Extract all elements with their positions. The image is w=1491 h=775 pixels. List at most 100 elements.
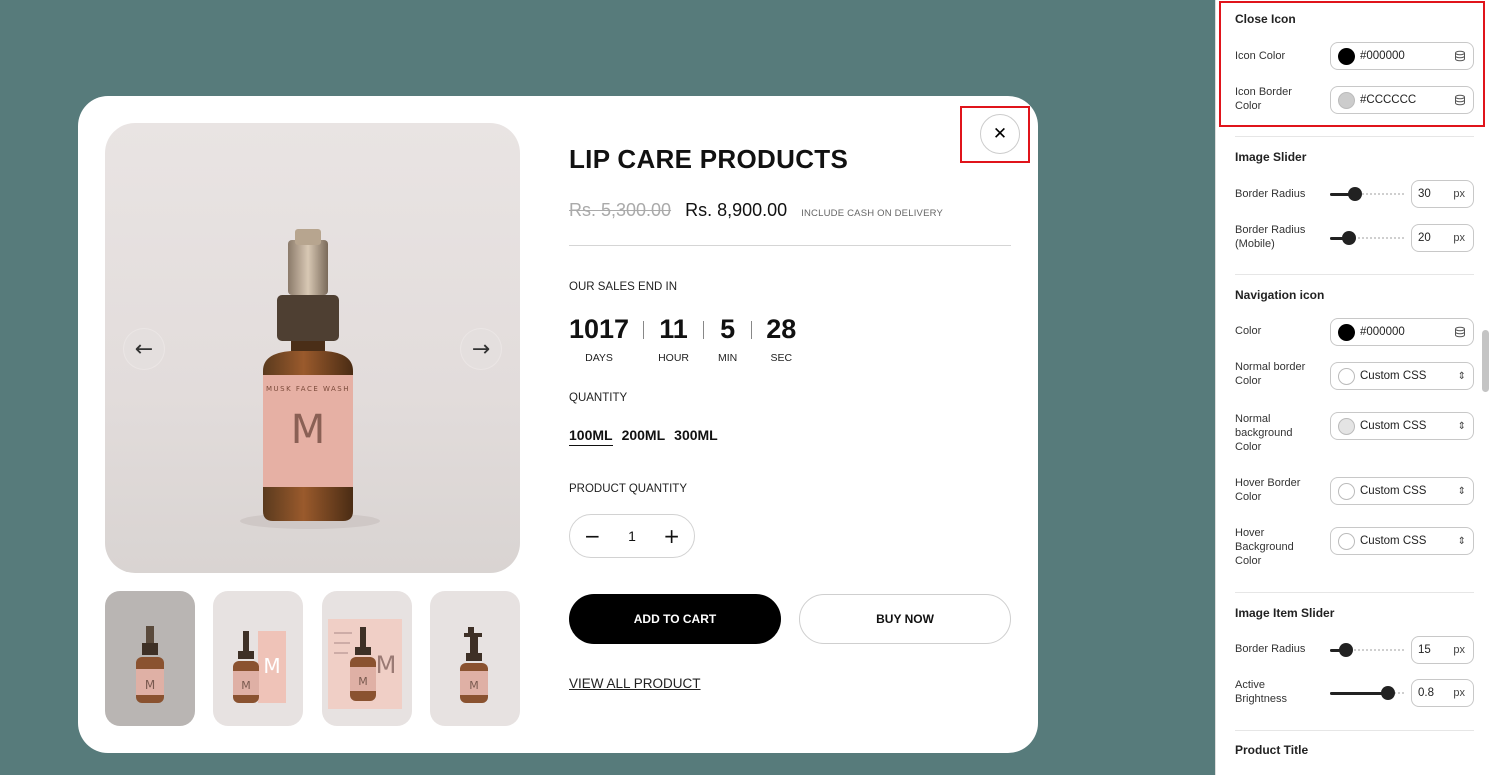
bottle-letter: M — [291, 407, 326, 453]
hover-border-color-label: Hover Border Color — [1235, 477, 1301, 503]
active-brightness-slider[interactable] — [1330, 685, 1404, 701]
bottle-illustration: MUSK FACE WASH M — [240, 229, 380, 529]
active-brightness-input[interactable]: 0.8 px — [1411, 679, 1474, 707]
section-title-image-slider: Image Slider — [1235, 150, 1307, 164]
hover-background-color-select[interactable]: Custom CSS ⇕ — [1330, 527, 1474, 555]
thumbnail-1[interactable]: M — [105, 591, 195, 726]
view-all-product-link[interactable]: VIEW ALL PRODUCT — [569, 676, 701, 691]
qty-increase-button[interactable]: + — [663, 526, 680, 546]
section-divider — [1235, 730, 1474, 731]
countdown-separator — [643, 321, 645, 339]
database-icon[interactable] — [1454, 326, 1466, 338]
nav-color-field[interactable]: #000000 — [1330, 318, 1474, 346]
number-value: 0.8 — [1418, 687, 1434, 699]
color-swatch[interactable] — [1338, 482, 1355, 500]
normal-background-color-label: Normal background Color — [1235, 413, 1293, 453]
item-border-radius-input[interactable]: 15 px — [1411, 636, 1474, 664]
chevron-updown-icon: ⇕ — [1457, 370, 1466, 382]
thumbnail-2[interactable]: MM — [213, 591, 303, 726]
sales-end-label: OUR SALES END IN — [569, 281, 677, 293]
size-option-300ml[interactable]: 300ML — [674, 427, 718, 446]
hover-border-color-select[interactable]: Custom CSS ⇕ — [1330, 477, 1474, 505]
slider-handle[interactable] — [1342, 231, 1356, 245]
color-swatch[interactable] — [1338, 532, 1355, 550]
section-title-product-title: Product Title — [1235, 743, 1309, 757]
normal-border-color-label: Normal border Color — [1235, 361, 1306, 387]
quantity-stepper: − 1 + — [569, 514, 695, 558]
slider-next-button[interactable]: → — [461, 329, 501, 369]
sale-price: Rs. 8,900.00 — [685, 200, 788, 220]
svg-text:M: M — [263, 654, 280, 678]
unit-label: px — [1453, 232, 1465, 244]
border-radius-slider[interactable] — [1330, 186, 1404, 202]
price-row: Rs. 5,300.00 Rs. 8,900.00 INCLUDE CASH O… — [569, 200, 943, 221]
select-value: Custom CSS — [1360, 535, 1427, 547]
product-quantity-label: PRODUCT QUANTITY — [569, 483, 687, 495]
arrow-left-icon: ← — [134, 336, 154, 362]
border-radius-label: Border Radius — [1235, 188, 1306, 200]
bottle-brand-text: MUSK FACE WASH — [266, 385, 350, 393]
product-info: LIP CARE PRODUCTS Rs. 5,300.00 Rs. 8,900… — [569, 96, 1011, 753]
arrow-right-icon: → — [471, 336, 491, 362]
unit-label: px — [1453, 644, 1465, 656]
select-value: Custom CSS — [1360, 420, 1427, 432]
countdown-label: DAYS — [585, 352, 613, 364]
number-value: 20 — [1418, 232, 1431, 244]
quantity-label: QUANTITY — [569, 392, 628, 404]
color-swatch[interactable] — [1338, 417, 1355, 435]
nav-color-label: Color — [1235, 325, 1262, 337]
section-title-navigation-icon: Navigation icon — [1235, 288, 1325, 302]
slider-handle[interactable] — [1348, 187, 1362, 201]
slider-handle[interactable] — [1339, 643, 1353, 657]
thumbnail-4[interactable]: M — [430, 591, 520, 726]
section-title-image-item-slider: Image Item Slider — [1235, 606, 1335, 620]
buy-now-button[interactable]: BUY NOW — [799, 594, 1011, 644]
thumbnail-3[interactable]: MM — [322, 591, 412, 726]
svg-text:M: M — [241, 679, 251, 692]
normal-background-color-select[interactable]: Custom CSS ⇕ — [1330, 412, 1474, 440]
countdown-value: 11 — [659, 314, 688, 344]
countdown-value: 1017 — [569, 314, 630, 344]
color-swatch[interactable] — [1338, 367, 1355, 385]
countdown-timer: 1017 DAYS 11 HOUR 5 MIN 28 SEC — [569, 314, 796, 364]
slider-prev-button[interactable]: ← — [124, 329, 164, 369]
chevron-updown-icon: ⇕ — [1457, 535, 1466, 547]
item-border-radius-label: Border Radius — [1235, 643, 1306, 655]
border-radius-mobile-label: Border Radius (Mobile) — [1235, 224, 1306, 250]
section-divider — [1235, 592, 1474, 593]
qty-decrease-button[interactable]: − — [584, 526, 601, 546]
border-radius-mobile-input[interactable]: 20 px — [1411, 224, 1474, 252]
size-option-200ml[interactable]: 200ML — [622, 427, 666, 446]
section-divider — [1235, 274, 1474, 275]
countdown-seconds: 28 SEC — [766, 314, 796, 364]
color-swatch[interactable] — [1338, 323, 1355, 341]
countdown-value: 5 — [720, 314, 736, 344]
countdown-label: SEC — [770, 352, 793, 364]
countdown-minutes: 5 MIN — [718, 314, 737, 364]
hover-background-color-label: Hover Background Color — [1235, 527, 1294, 567]
item-border-radius-slider[interactable] — [1330, 642, 1404, 658]
qty-value[interactable]: 1 — [628, 528, 636, 544]
countdown-separator — [703, 321, 704, 339]
select-value: Custom CSS — [1360, 485, 1427, 497]
countdown-label: MIN — [718, 352, 738, 364]
close-button-highlight — [960, 106, 1030, 163]
slider-handle[interactable] — [1381, 686, 1395, 700]
add-to-cart-button[interactable]: ADD TO CART — [569, 594, 781, 644]
svg-text:M: M — [358, 675, 368, 688]
main-product-image: MUSK FACE WASH M ← → — [105, 123, 520, 573]
countdown-value: 28 — [766, 314, 797, 344]
thumbnail-strip: M MM MM M — [105, 591, 520, 726]
select-value: Custom CSS — [1360, 370, 1427, 382]
chevron-updown-icon: ⇕ — [1457, 420, 1466, 432]
border-radius-mobile-slider[interactable] — [1330, 230, 1404, 246]
size-option-100ml[interactable]: 100ML — [569, 427, 613, 446]
normal-border-color-select[interactable]: Custom CSS ⇕ — [1330, 362, 1474, 390]
color-value: #000000 — [1360, 326, 1405, 338]
panel-scrollbar[interactable] — [1482, 330, 1489, 392]
divider — [569, 245, 1011, 246]
size-options: 100ML 200ML 300ML — [569, 427, 718, 446]
border-radius-input[interactable]: 30 px — [1411, 180, 1474, 208]
countdown-hours: 11 HOUR — [658, 314, 689, 364]
countdown-separator — [751, 321, 753, 339]
